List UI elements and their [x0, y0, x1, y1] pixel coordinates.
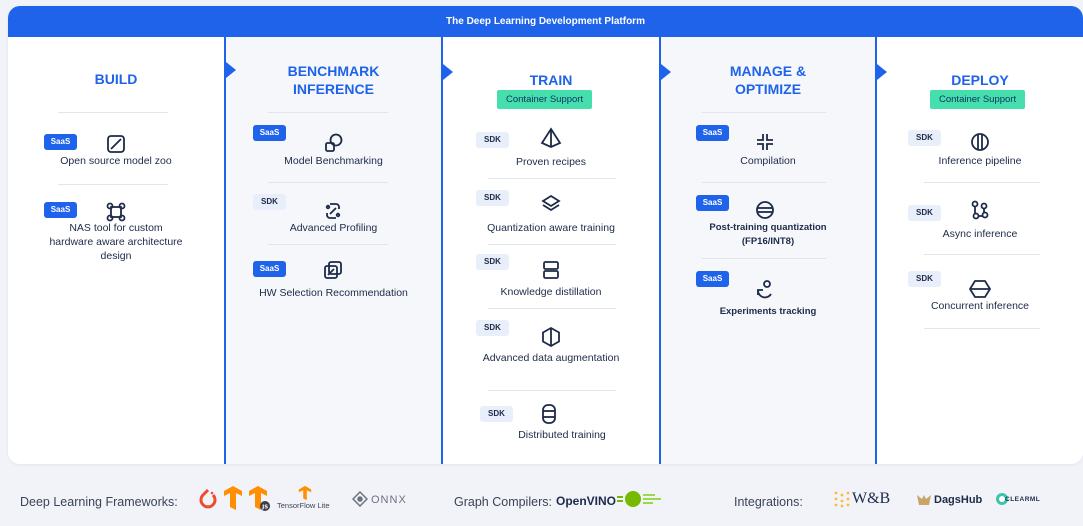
- compress-arrows-icon: [754, 131, 776, 153]
- sdk-badge: SDK: [480, 406, 513, 422]
- container-support-pill: Container Support: [497, 90, 593, 109]
- feature-label: Model Benchmarking: [284, 155, 383, 167]
- sdk-badge: SDK: [476, 320, 509, 336]
- feature-label: Distributed training: [518, 429, 606, 441]
- column-title: MANAGE & OPTIMIZE: [729, 63, 807, 97]
- database-icon: [538, 403, 560, 425]
- circle-stripes-icon: [754, 199, 776, 221]
- sdk-badge: SDK: [476, 190, 509, 206]
- column-title: BENCHMARK INFERENCE: [287, 63, 380, 97]
- feature-label: NAS tool for custom hardware aware archi…: [49, 222, 183, 262]
- tensorrt-logo: [615, 489, 665, 509]
- sdk-badge: SDK: [476, 132, 509, 148]
- divider: [268, 244, 388, 245]
- divider: [268, 112, 388, 113]
- wandb-text: W&B: [852, 490, 891, 507]
- link-chain-icon: [322, 200, 344, 222]
- layers-diamond-icon: [540, 193, 562, 215]
- column-separator: [875, 37, 877, 464]
- feature-label: Concurrent inference: [930, 300, 1030, 312]
- tensorflow-logo: [222, 485, 244, 511]
- integrations-label: Integrations:: [734, 495, 803, 509]
- sdk-badge: SDK: [908, 130, 941, 146]
- column-title: TRAIN: [529, 72, 573, 88]
- nodes-square-icon: [105, 201, 127, 223]
- saas-badge: SaaS: [696, 195, 729, 211]
- column-title: BUILD: [94, 71, 138, 87]
- feature-label: Quantization aware training: [487, 222, 615, 234]
- square-slash-icon: [105, 133, 127, 155]
- saas-badge: SaaS: [253, 261, 286, 277]
- circle-lens-icon: [969, 131, 991, 153]
- column-separator: [441, 37, 443, 464]
- divider: [702, 182, 826, 183]
- pytorch-logo: [198, 487, 218, 509]
- container-support-pill: Container Support: [930, 90, 1026, 109]
- divider: [488, 390, 616, 391]
- saas-badge: SaaS: [253, 125, 286, 141]
- saas-badge: SaaS: [696, 125, 729, 141]
- feature-label: Inference pipeline: [938, 155, 1022, 167]
- divider: [268, 182, 388, 183]
- wandb-logo: [833, 490, 851, 508]
- divider: [58, 112, 168, 113]
- feature-label: Advanced Profiling: [289, 222, 378, 234]
- divider: [488, 244, 616, 245]
- hexagon-split-icon: [540, 326, 562, 348]
- feature-label: Open source model zoo: [60, 155, 172, 167]
- divider: [488, 178, 616, 179]
- sdk-badge: SDK: [908, 205, 941, 221]
- saas-badge: SaaS: [44, 134, 77, 150]
- divider: [702, 258, 826, 259]
- layered-square-icon: [322, 259, 344, 281]
- column-separator: [659, 37, 661, 464]
- linked-nodes-icon: [969, 199, 991, 221]
- onnx-text: ONNX: [371, 494, 407, 506]
- tensorflow-js-logo: JS: [247, 485, 271, 511]
- dagshub-text: DagsHub: [934, 494, 983, 506]
- divider: [58, 184, 168, 185]
- sdk-badge: SDK: [476, 254, 509, 270]
- feature-label: Experiments tracking: [719, 306, 817, 317]
- feature-label: Async inference: [942, 228, 1018, 240]
- divider: [924, 328, 1040, 329]
- prism-icon: [540, 127, 562, 149]
- divider: [924, 182, 1040, 183]
- column-benchmark: [226, 37, 441, 464]
- compilers-label: Graph Compilers:: [454, 495, 552, 509]
- platform-panel: The Deep Learning Development Platform B…: [8, 6, 1083, 464]
- stacked-box-icon: [540, 259, 562, 281]
- openvino-logo: OpenVINO: [556, 494, 617, 508]
- hexagon-line-icon: [969, 278, 991, 300]
- svg-text:JS: JS: [261, 504, 268, 510]
- feature-label: Advanced data augmentation: [482, 352, 620, 364]
- column-title: DEPLOY: [951, 72, 1009, 88]
- tensorflow-lite-text: TensorFlow Lite: [277, 501, 330, 510]
- feature-label: Knowledge distillation: [500, 286, 602, 298]
- feature-label: HW Selection Recommendation: [259, 287, 408, 299]
- feature-label: Post-training quantization (FP16/INT8): [709, 222, 827, 247]
- column-separator: [224, 37, 226, 464]
- sdk-badge: SDK: [908, 271, 941, 287]
- dagshub-logo: [916, 493, 932, 507]
- saas-badge: SaaS: [696, 271, 729, 287]
- banner-title: The Deep Learning Development Platform: [8, 6, 1083, 37]
- frameworks-label: Deep Learning Frameworks:: [20, 495, 178, 509]
- column-manage: [661, 37, 875, 464]
- onnx-logo: [351, 490, 369, 508]
- clearml-text: CLEARML: [1005, 496, 1041, 503]
- feature-label: Proven recipes: [515, 156, 587, 168]
- sdk-badge: SDK: [253, 194, 286, 210]
- saas-badge: SaaS: [44, 202, 77, 218]
- person-refresh-icon: [754, 278, 776, 300]
- divider: [488, 308, 616, 309]
- feature-label: Compilation: [740, 155, 796, 167]
- divider: [924, 254, 1040, 255]
- divider: [702, 112, 826, 113]
- circle-square-icon: [323, 132, 345, 154]
